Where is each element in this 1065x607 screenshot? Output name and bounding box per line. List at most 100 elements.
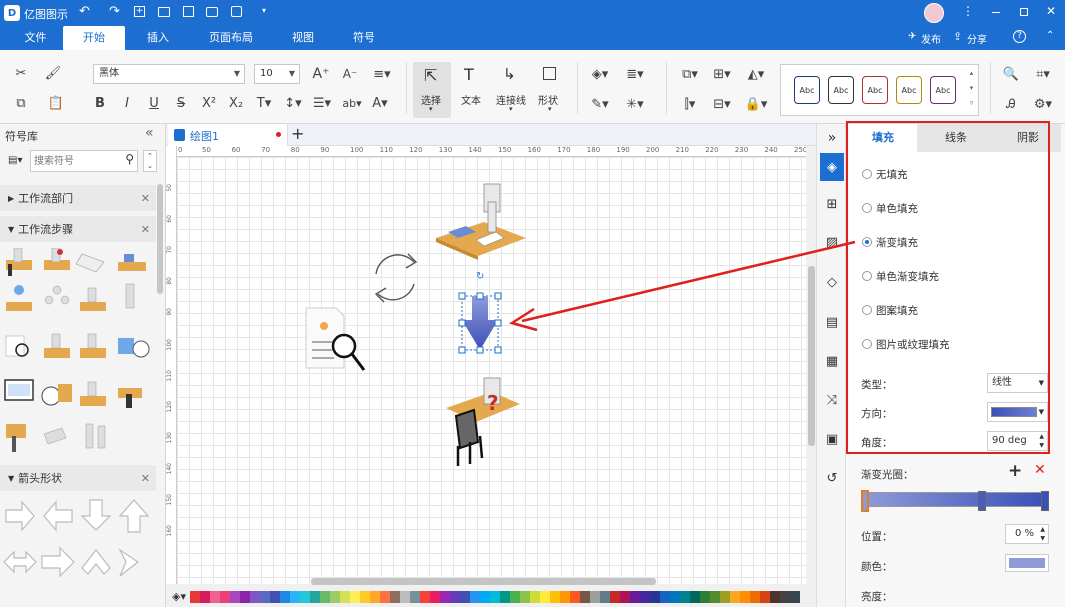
collapse-panel-icon[interactable]: « [145, 125, 154, 141]
minimize-icon[interactable] [992, 12, 1000, 13]
line-spacing-icon[interactable]: ↕▾ [282, 94, 304, 112]
color-swatch[interactable] [310, 591, 320, 603]
symbol-desk-worker-1[interactable] [6, 248, 32, 276]
connector-tool-button[interactable]: ↳ 连接线 ▾ [493, 62, 531, 118]
image-panel-icon[interactable]: ▨ [824, 234, 840, 250]
style-preset-4[interactable]: Abc [896, 76, 922, 104]
bullets-icon[interactable]: ☰▾ [311, 94, 333, 112]
close-icon[interactable]: ✕ [1046, 4, 1056, 18]
close-section-icon[interactable]: ✕ [141, 223, 150, 236]
tab-symbol[interactable]: 符号 [335, 26, 393, 50]
select-tool-button[interactable]: ⇱ 选择 ▾ [413, 62, 451, 118]
symbol-checklist[interactable] [58, 384, 72, 402]
color-swatch[interactable] [680, 591, 690, 603]
library-scroll-arrows[interactable]: ⌃ ⌄ [143, 150, 157, 172]
color-swatch[interactable] [240, 591, 250, 603]
close-section-icon[interactable]: ✕ [141, 192, 150, 205]
fill-bucket-icon[interactable]: ◈▾ [172, 590, 186, 603]
style-preset-2[interactable]: Abc [828, 76, 854, 104]
add-stop-icon[interactable]: + [1008, 461, 1022, 481]
color-swatch[interactable] [190, 591, 200, 603]
subscript-icon[interactable]: X₂ [226, 94, 246, 112]
print-icon[interactable] [206, 7, 218, 17]
color-swatch[interactable] [330, 591, 340, 603]
history-panel-icon[interactable]: ↺ [824, 470, 840, 486]
color-swatch[interactable] [440, 591, 450, 603]
color-swatch[interactable] [270, 591, 280, 603]
color-swatch[interactable] [400, 591, 410, 603]
symbol-arrow-left-right[interactable] [3, 550, 37, 574]
effect-icon[interactable]: ✳▾ [621, 94, 649, 114]
color-swatch[interactable] [740, 591, 750, 603]
style-preset-3[interactable]: Abc [862, 76, 888, 104]
color-swatch[interactable] [550, 591, 560, 603]
tab-file[interactable]: 文件 [8, 26, 63, 50]
cut-icon[interactable]: ✂ [12, 64, 30, 82]
color-swatch[interactable] [410, 591, 420, 603]
font-color-icon[interactable]: A▾ [369, 94, 391, 112]
shape-tool-button[interactable]: 形状 ▾ [535, 62, 567, 118]
font-name-select[interactable]: 黑体 ▼ [93, 64, 245, 84]
color-swatch[interactable] [470, 591, 480, 603]
lock-icon[interactable]: 🔒▾ [743, 94, 769, 114]
symbol-desk-computer[interactable] [118, 254, 146, 271]
canvas-vertical-scroll-thumb[interactable] [808, 266, 815, 446]
align-objects-icon[interactable]: ⫿▾ [677, 94, 703, 114]
color-swatch[interactable] [590, 591, 600, 603]
color-swatch[interactable] [300, 591, 310, 603]
find-icon[interactable]: 🔍 [1001, 64, 1021, 84]
color-swatch[interactable] [430, 591, 440, 603]
color-swatch[interactable] [570, 591, 580, 603]
color-swatch[interactable] [200, 591, 210, 603]
symbol-chevron-up[interactable] [81, 549, 111, 575]
symbol-desk-worker-2[interactable] [44, 248, 70, 270]
color-swatch[interactable] [650, 591, 660, 603]
distribute-icon[interactable]: ⊟▾ [709, 94, 735, 114]
color-swatch[interactable] [350, 591, 360, 603]
color-swatch[interactable] [710, 591, 720, 603]
color-swatch[interactable] [230, 591, 240, 603]
search-box[interactable]: ⚲ [30, 150, 138, 172]
add-page-icon[interactable]: + [291, 124, 304, 143]
symbol-chevron-right[interactable] [118, 548, 140, 577]
library-scrollbar[interactable] [157, 184, 163, 294]
color-swatch[interactable] [420, 591, 430, 603]
arrange-icon[interactable]: ⧉▾ [677, 64, 703, 84]
color-swatch[interactable] [600, 591, 610, 603]
layers-panel-icon[interactable]: ◇ [824, 274, 840, 290]
text-style-icon[interactable]: T▾ [253, 94, 275, 112]
page-panel-icon[interactable]: ▤ [824, 314, 840, 330]
color-swatch[interactable] [380, 591, 390, 603]
strikethrough-icon[interactable]: S [172, 94, 190, 112]
color-swatch[interactable] [500, 591, 510, 603]
grow-font-icon[interactable]: A⁺ [311, 64, 331, 84]
paste-icon[interactable]: 📋 [44, 94, 68, 112]
publish-button[interactable]: 发布 [921, 31, 941, 46]
grid-panel-icon[interactable]: ⊞ [824, 196, 840, 212]
color-swatch[interactable] [670, 591, 680, 603]
color-swatch[interactable] [620, 591, 630, 603]
avatar[interactable] [924, 3, 944, 23]
symbol-presenter[interactable] [125, 283, 135, 309]
publish-icon[interactable]: ✈ [908, 31, 916, 42]
symbol-arrow-down[interactable] [80, 499, 112, 531]
gradient-stop-handle-start[interactable] [861, 490, 869, 512]
symbol-presentation-board[interactable] [6, 424, 26, 452]
symbol-two-people[interactable] [85, 423, 106, 449]
color-swatch[interactable] [280, 591, 290, 603]
color-swatch[interactable] [360, 591, 370, 603]
gradient-bar[interactable] [862, 492, 1048, 507]
open-folder-icon[interactable] [158, 7, 170, 17]
color-swatch[interactable] [520, 591, 530, 603]
color-swatch[interactable] [1005, 554, 1049, 572]
search-document-shape[interactable] [305, 307, 366, 371]
section-workflow-steps[interactable]: ▼ 工作流步骤 ✕ [0, 216, 156, 242]
color-swatch[interactable] [540, 591, 550, 603]
color-swatch[interactable] [610, 591, 620, 603]
color-swatch[interactable] [690, 591, 700, 603]
fill-panel-icon[interactable]: ◈ [820, 153, 844, 181]
color-swatch[interactable] [770, 591, 780, 603]
desk-worker-shape[interactable] [436, 183, 526, 260]
format-painter-icon[interactable]: 🖌 [44, 64, 62, 82]
color-swatch[interactable] [560, 591, 570, 603]
